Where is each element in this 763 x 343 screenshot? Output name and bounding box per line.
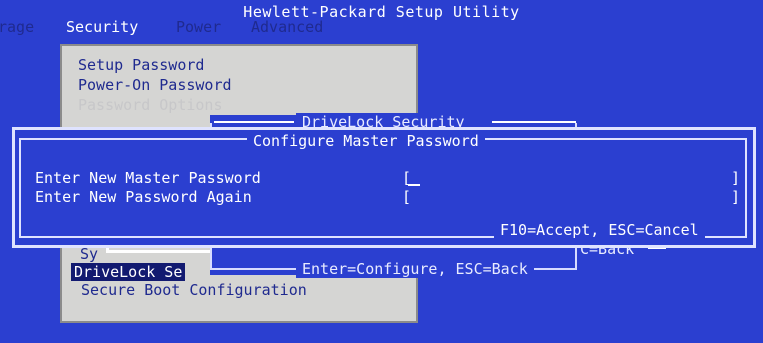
master-password-dialog-footer: F10=Accept, ESC=Cancel <box>494 221 705 239</box>
new-password-again-field-open[interactable]: [ <box>402 188 411 206</box>
menu-security[interactable]: Security <box>62 18 143 36</box>
new-master-password-field-close[interactable]: ] <box>731 169 740 187</box>
new-master-password-label: Enter New Master Password <box>35 169 261 187</box>
secure-boot-configuration-item[interactable]: Secure Boot Configuration <box>81 281 307 299</box>
setup-password-item[interactable]: Setup Password <box>78 56 204 74</box>
menu-storage[interactable]: rage <box>0 18 34 36</box>
power-on-password-item[interactable]: Power-On Password <box>78 76 232 94</box>
password-options-item[interactable]: Password Options <box>78 96 223 114</box>
menu-advanced[interactable]: Advanced <box>251 18 323 36</box>
new-password-again-field-close[interactable]: ] <box>731 188 740 206</box>
new-password-again-label: Enter New Password Again <box>35 188 252 206</box>
text-cursor <box>408 184 420 186</box>
drivelock-security-item[interactable]: DriveLock Se <box>71 263 186 281</box>
master-password-dialog-title: Configure Master Password <box>247 132 485 150</box>
drivelock-dialog-footer: Enter=Configure, ESC=Back <box>296 260 534 278</box>
menu-power[interactable]: Power <box>176 18 221 36</box>
drivelock-title-line-right <box>492 121 576 123</box>
remnant-frame-bottom <box>106 250 211 253</box>
drivelock-title-line-left <box>214 121 294 123</box>
